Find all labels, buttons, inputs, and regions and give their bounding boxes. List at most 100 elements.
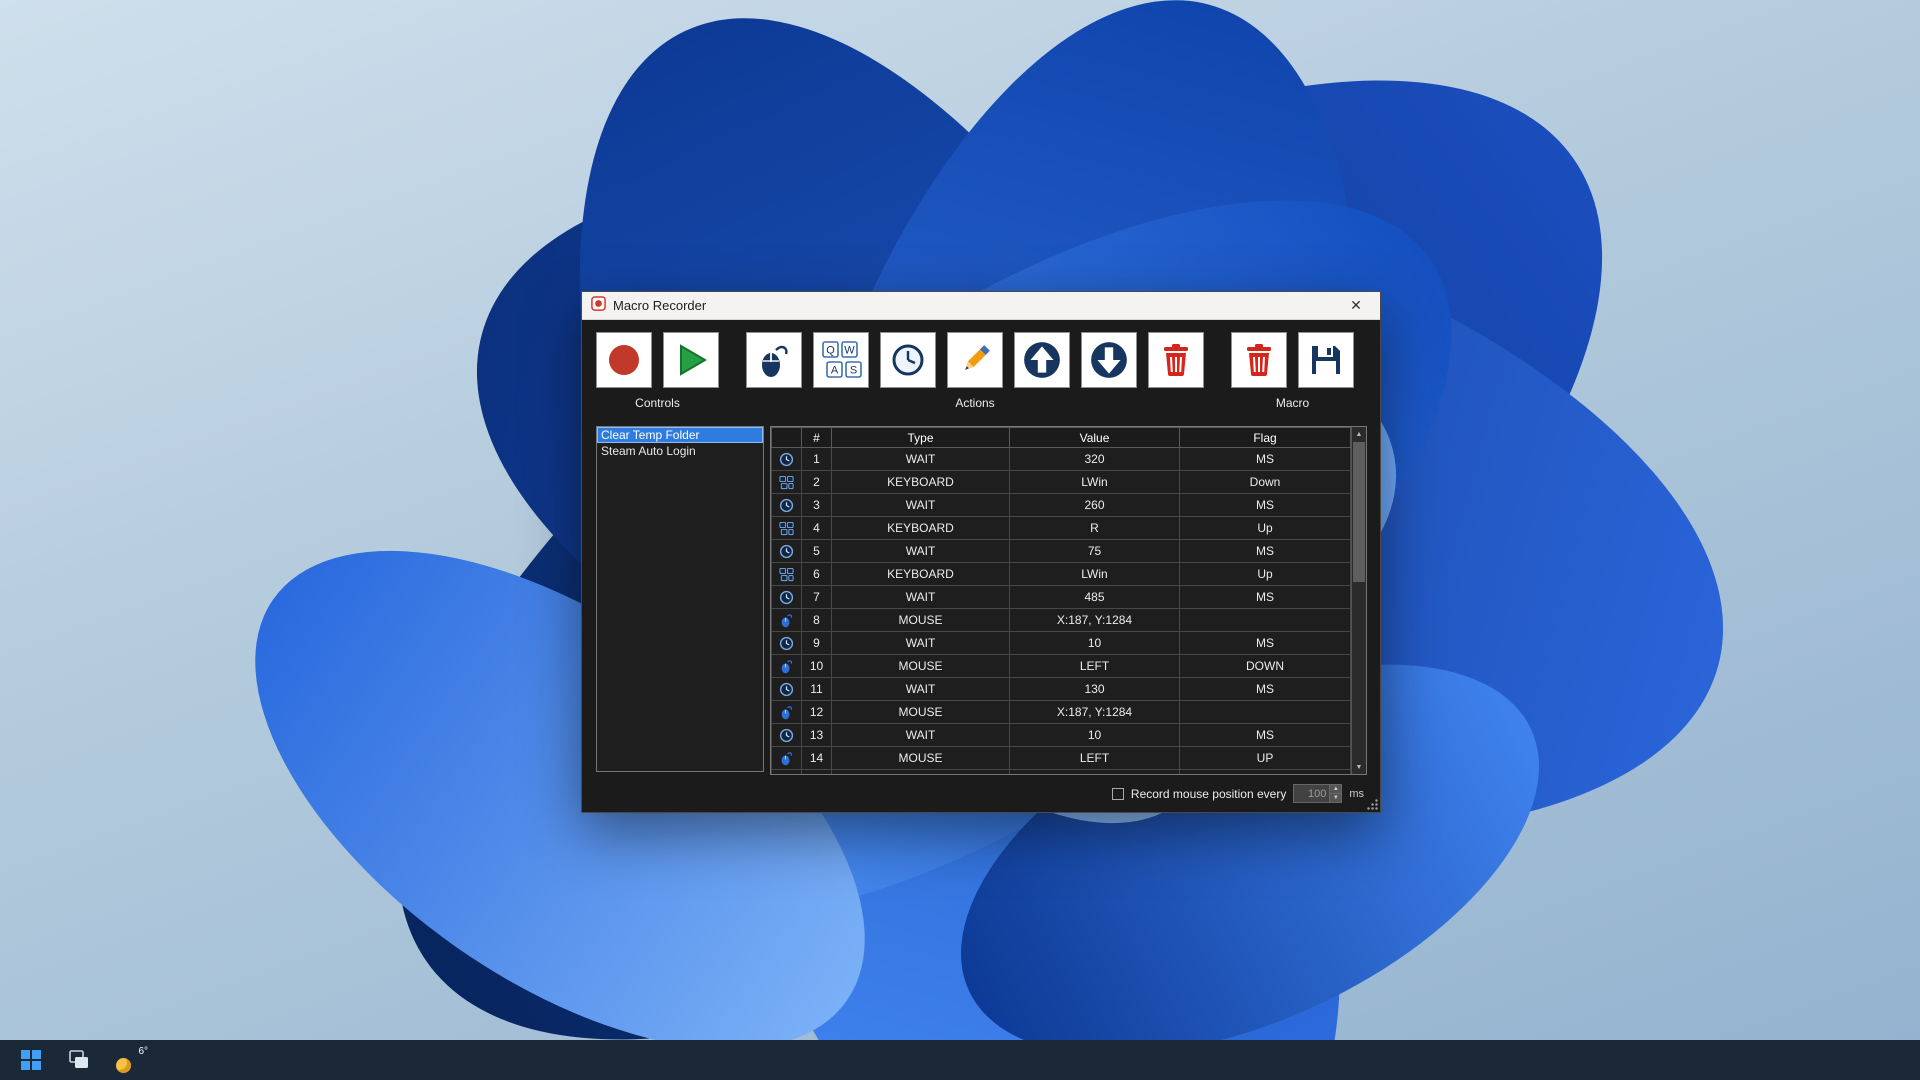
delete-action-button[interactable] (1148, 332, 1204, 388)
action-row[interactable]: 8 MOUSE X:187, Y:1284 (772, 609, 1351, 632)
header-type[interactable]: Type (832, 428, 1010, 448)
action-flag: UP (1180, 747, 1351, 770)
group-label-controls: Controls (596, 396, 719, 410)
action-type-icon-cell (772, 563, 802, 586)
header-icon (772, 428, 802, 448)
start-button[interactable] (18, 1047, 44, 1073)
record-button[interactable] (596, 332, 652, 388)
pencil-icon (955, 340, 995, 380)
action-type: WAIT (832, 632, 1010, 655)
action-number: 3 (802, 494, 832, 517)
action-flag (1180, 609, 1351, 632)
wait-clock-icon (779, 544, 794, 559)
spinner-up-icon[interactable]: ▲ (1330, 785, 1341, 793)
action-row[interactable]: 4 KEYBOARD R Up (772, 517, 1351, 540)
header-number: # (802, 428, 832, 448)
action-row[interactable]: 12 MOUSE X:187, Y:1284 (772, 701, 1351, 724)
move-down-button[interactable] (1081, 332, 1137, 388)
action-type: WAIT (832, 678, 1010, 701)
window-title: Macro Recorder (613, 298, 706, 313)
add-keyboard-action-button[interactable]: Q W A S (813, 332, 869, 388)
trash-icon (1239, 340, 1279, 380)
svg-text:Q: Q (826, 345, 835, 357)
close-button[interactable]: ✕ (1341, 292, 1371, 319)
action-value: 10 (1010, 724, 1180, 747)
interval-input[interactable] (1293, 784, 1329, 803)
arrow-down-icon (1088, 339, 1130, 381)
action-flag: MS (1180, 678, 1351, 701)
action-type: MOUSE (832, 747, 1010, 770)
scrollbar-up-arrow[interactable]: ▲ (1352, 427, 1366, 441)
play-button[interactable] (663, 332, 719, 388)
action-row[interactable]: 13 WAIT 10 MS (772, 724, 1351, 747)
macro-list[interactable]: Clear Temp FolderSteam Auto Login (596, 426, 764, 772)
actions-table-area: # Type Value Flag 1 WAIT 320 MS (770, 426, 1367, 775)
arrow-up-icon (1021, 339, 1063, 381)
action-row[interactable]: 6 KEYBOARD LWin Up (772, 563, 1351, 586)
task-view-button[interactable] (66, 1047, 92, 1073)
actions-table: # Type Value Flag 1 WAIT 320 MS (771, 427, 1351, 774)
actions-table-body: 1 WAIT 320 MS 2 KEYBOARD LWin Down 3 WAI… (772, 448, 1351, 775)
action-row[interactable]: 15 WAIT 735 MS (772, 770, 1351, 775)
action-value: 10 (1010, 632, 1180, 655)
header-value[interactable]: Value (1010, 428, 1180, 448)
action-type-icon-cell (772, 609, 802, 632)
interval-spinbox: ▲ ▼ (1293, 784, 1342, 803)
add-wait-action-button[interactable] (880, 332, 936, 388)
action-type: KEYBOARD (832, 517, 1010, 540)
action-type-icon-cell (772, 701, 802, 724)
keyboard-icon: Q W A S (819, 338, 863, 382)
add-mouse-action-button[interactable] (746, 332, 802, 388)
action-flag: MS (1180, 586, 1351, 609)
actions-grid: # Type Value Flag 1 WAIT 320 MS (771, 427, 1351, 774)
action-flag (1180, 701, 1351, 724)
action-flag: MS (1180, 724, 1351, 747)
action-row[interactable]: 9 WAIT 10 MS (772, 632, 1351, 655)
play-icon (671, 340, 711, 380)
action-value: X:187, Y:1284 (1010, 701, 1180, 724)
edit-action-button[interactable] (947, 332, 1003, 388)
move-up-button[interactable] (1014, 332, 1070, 388)
action-type-icon-cell (772, 655, 802, 678)
moon-icon (116, 1058, 131, 1073)
save-macro-button[interactable] (1298, 332, 1354, 388)
action-number: 7 (802, 586, 832, 609)
table-scrollbar[interactable]: ▲ ▼ (1351, 427, 1366, 774)
action-number: 5 (802, 540, 832, 563)
action-type-icon-cell (772, 724, 802, 747)
interval-spinner[interactable]: ▲ ▼ (1329, 784, 1342, 803)
scrollbar-thumb[interactable] (1353, 442, 1365, 582)
svg-text:S: S (850, 365, 857, 377)
weather-widget[interactable]: 6° (114, 1046, 148, 1074)
mouse-pointer-icon (779, 659, 794, 674)
action-row[interactable]: 10 MOUSE LEFT DOWN (772, 655, 1351, 678)
action-row[interactable]: 1 WAIT 320 MS (772, 448, 1351, 471)
title-bar[interactable]: Macro Recorder ✕ (582, 292, 1380, 320)
record-mouse-position-checkbox[interactable] (1112, 788, 1124, 800)
delete-macro-button[interactable] (1231, 332, 1287, 388)
action-number: 14 (802, 747, 832, 770)
save-icon (1306, 340, 1346, 380)
scrollbar-down-arrow[interactable]: ▼ (1352, 760, 1366, 774)
action-value: 320 (1010, 448, 1180, 471)
action-row[interactable]: 7 WAIT 485 MS (772, 586, 1351, 609)
action-number: 12 (802, 701, 832, 724)
macro-list-item[interactable]: Steam Auto Login (597, 443, 763, 459)
action-flag: MS (1180, 632, 1351, 655)
action-row[interactable]: 14 MOUSE LEFT UP (772, 747, 1351, 770)
action-row[interactable]: 3 WAIT 260 MS (772, 494, 1351, 517)
record-mouse-position-label: Record mouse position every (1131, 787, 1286, 801)
keyboard-keys-icon (779, 521, 794, 536)
action-row[interactable]: 5 WAIT 75 MS (772, 540, 1351, 563)
header-flag[interactable]: Flag (1180, 428, 1351, 448)
keyboard-keys-icon (779, 567, 794, 582)
action-type-icon-cell (772, 586, 802, 609)
taskbar: 6° (0, 1040, 1920, 1080)
svg-text:W: W (844, 345, 855, 357)
action-row[interactable]: 11 WAIT 130 MS (772, 678, 1351, 701)
action-row[interactable]: 2 KEYBOARD LWin Down (772, 471, 1351, 494)
macro-list-item[interactable]: Clear Temp Folder (597, 427, 763, 443)
resize-grip[interactable] (1367, 799, 1378, 810)
spinner-down-icon[interactable]: ▼ (1330, 793, 1341, 802)
mouse-pointer-icon (779, 613, 794, 628)
